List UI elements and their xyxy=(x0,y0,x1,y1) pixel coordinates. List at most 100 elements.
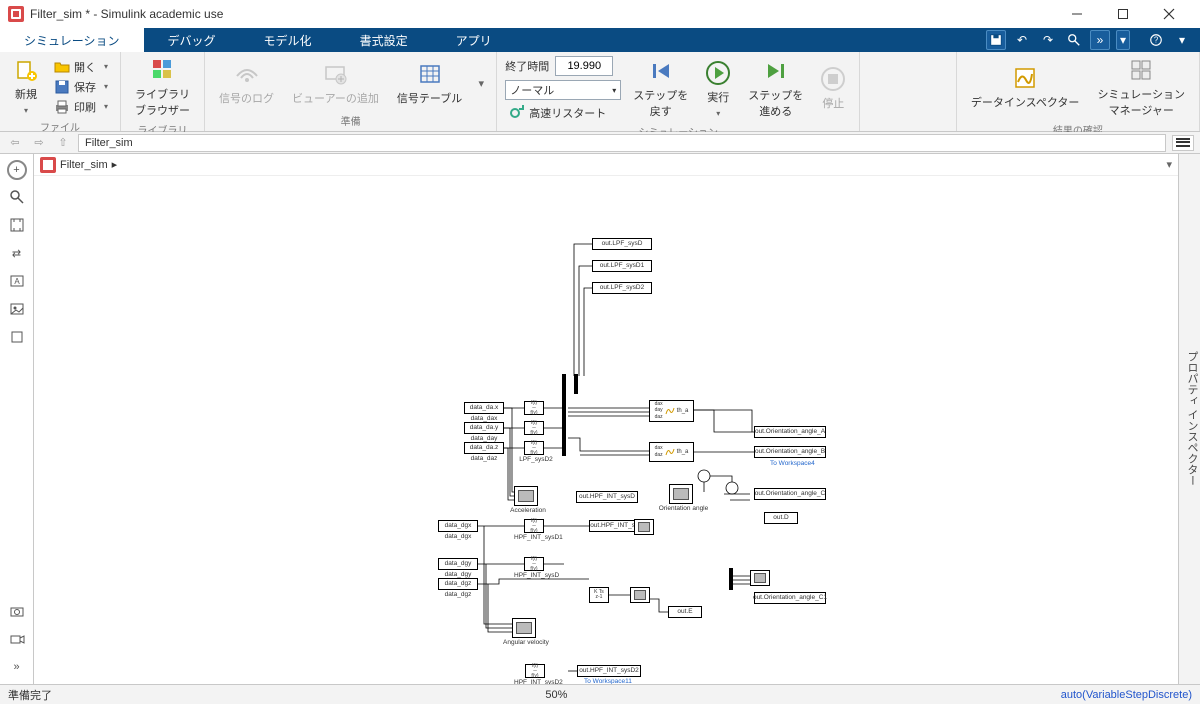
prepare-expand-button[interactable]: ▾ xyxy=(474,77,488,90)
hpf-block-2[interactable]: f(t)─f(y) xyxy=(524,557,544,571)
toworkspace-hpf-int-sysd2[interactable]: out.HPF_INT_sysD2 xyxy=(577,665,641,677)
tab-apps[interactable]: アプリ xyxy=(432,28,516,52)
nav-up-button[interactable]: ⇧ xyxy=(54,134,72,152)
tab-modeling[interactable]: モデル化 xyxy=(240,28,336,52)
toworkspace-orient-b[interactable]: out.Orientation_angle_B xyxy=(754,446,826,458)
signal-table-button[interactable]: 信号テーブル xyxy=(391,60,468,108)
add-viewer-button[interactable]: ビューアーの追加 xyxy=(286,60,385,108)
record-button[interactable] xyxy=(6,628,28,650)
from-data-daz[interactable]: data_da.z xyxy=(464,442,504,454)
viewer-icon xyxy=(323,62,347,86)
zoom-tool[interactable] xyxy=(6,186,28,208)
search-icon[interactable] xyxy=(1064,30,1084,50)
lpf-block-1[interactable]: f(t)─f(y) xyxy=(524,401,544,415)
matlab-fcn-th-a[interactable]: daxdaydaz th_a xyxy=(649,400,694,422)
breadcrumb-model[interactable]: Filter_sim xyxy=(60,159,108,171)
library-browser-button[interactable]: ライブラリ ブラウザー xyxy=(129,56,196,120)
maximize-button[interactable] xyxy=(1100,0,1146,28)
step-back-icon xyxy=(649,59,673,83)
status-solver[interactable]: auto(VariableStepDiscrete) xyxy=(1061,689,1192,701)
toworkspace-lpf-sysd[interactable]: out.LPF_sysD xyxy=(592,238,652,250)
nav-back-button[interactable]: ⇦ xyxy=(6,134,24,152)
toworkspace-hpf-int-sysd[interactable]: out.HPF_INT_sysD xyxy=(576,491,638,503)
scope-orientation[interactable] xyxy=(669,484,693,504)
sim-manager-button[interactable]: シミュレーション マネージャー xyxy=(1091,56,1191,120)
label-to-workspace11[interactable]: To Workspace11 xyxy=(584,678,632,684)
close-button[interactable] xyxy=(1146,0,1192,28)
open-button[interactable]: 開く▾ xyxy=(50,58,112,76)
breadcrumb-dropdown[interactable]: ▾ xyxy=(1166,158,1172,171)
from-data-day[interactable]: data_da.y xyxy=(464,422,504,434)
undo-button[interactable]: ↶ xyxy=(1012,30,1032,50)
canvas[interactable]: out.LPF_sysD out.LPF_sysD1 out.LPF_sysD2… xyxy=(34,176,1178,684)
toworkspace-orient-a[interactable]: out.Orientation_angle_A xyxy=(754,426,826,438)
redo-button[interactable]: ↷ xyxy=(1038,30,1058,50)
nav-forward-button[interactable]: ⇨ xyxy=(30,134,48,152)
group-results: データインスペクター シミュレーション マネージャー 結果の確認 xyxy=(957,52,1200,131)
step-back-button[interactable]: ステップを 戻す xyxy=(627,57,694,121)
dropdown-qat-button[interactable]: ▾ xyxy=(1116,30,1130,50)
from-data-dgy[interactable]: data_dgy xyxy=(438,558,478,570)
scope-angular-velocity[interactable] xyxy=(512,618,536,638)
label-hpf-int-sysd: HPF_INT_sysD xyxy=(514,572,558,579)
lpf-block-3[interactable]: f(t)─f(y) xyxy=(524,441,544,455)
screenshot-button[interactable] xyxy=(6,600,28,622)
hide-browser-button[interactable]: + xyxy=(7,160,27,180)
tab-debug[interactable]: デバッグ xyxy=(144,28,240,52)
print-button[interactable]: 印刷▾ xyxy=(50,98,112,116)
quick-access-toolbar: ↶ ↷ » ▾ ? ▾ xyxy=(978,28,1200,52)
stop-button[interactable]: 停止 xyxy=(815,65,851,113)
stoptime-field[interactable] xyxy=(555,56,613,76)
scope-hpf1[interactable] xyxy=(634,519,654,535)
discrete-integrator[interactable]: K Ts z-1 xyxy=(589,587,609,603)
label-orientation-angle: Orientation angle xyxy=(656,505,711,512)
toworkspace-orient-c[interactable]: out.Orientation_angle_C xyxy=(754,488,826,500)
demux-top[interactable] xyxy=(574,374,578,394)
tab-format[interactable]: 書式設定 xyxy=(336,28,432,52)
hpf-block-3[interactable]: f(t)─f(y) xyxy=(525,664,545,678)
scope-integrator[interactable] xyxy=(630,587,650,603)
toworkspace-lpf-sysd2[interactable]: out.LPF_sysD2 xyxy=(592,282,652,294)
toworkspace-orient-c1[interactable]: out.Orientation_angle_C1 xyxy=(754,592,826,604)
fast-restart-button[interactable]: 高速リスタート xyxy=(505,104,621,122)
fit-view-button[interactable] xyxy=(6,214,28,236)
run-button[interactable]: 実行 ▾ xyxy=(700,59,736,120)
from-data-dgz[interactable]: data_dgz xyxy=(438,578,478,590)
label-data-dgx: data_dgx xyxy=(440,533,476,540)
expand-qat-button[interactable]: » xyxy=(1090,30,1110,50)
label-angular-velocity: Angular velocity xyxy=(502,639,550,646)
status-zoom[interactable]: 50% xyxy=(545,689,567,701)
scope-acceleration[interactable] xyxy=(514,486,538,506)
help-dropdown[interactable]: ▾ xyxy=(1172,30,1192,50)
minimize-button[interactable] xyxy=(1054,0,1100,28)
help-button[interactable]: ? xyxy=(1146,30,1166,50)
collapse-palette-button[interactable]: » xyxy=(6,656,28,678)
mux-accel[interactable] xyxy=(562,374,566,456)
toworkspace-lpf-sysd1[interactable]: out.LPF_sysD1 xyxy=(592,260,652,272)
mux-right[interactable] xyxy=(729,568,733,590)
from-data-dgx[interactable]: data_dgx xyxy=(438,520,478,532)
label-to-workspace4[interactable]: To Workspace4 xyxy=(770,460,815,467)
step-forward-button[interactable]: ステップを 進める xyxy=(742,57,809,121)
toworkspace-d[interactable]: out.D xyxy=(764,512,798,524)
toggle-perspective[interactable]: ⇄ xyxy=(6,242,28,264)
tab-simulation[interactable]: シミュレーション xyxy=(0,28,144,52)
toworkspace-e[interactable]: out.E xyxy=(668,606,702,618)
matlab-fcn-th-b[interactable]: daxdaz th_a xyxy=(649,442,694,462)
hamburger-icon[interactable] xyxy=(1172,135,1194,151)
model-path-field[interactable]: Filter_sim xyxy=(78,134,1166,152)
image-tool[interactable] xyxy=(6,298,28,320)
scope-right[interactable] xyxy=(750,570,770,586)
signal-log-button[interactable]: 信号のログ xyxy=(213,60,280,108)
annotation-tool[interactable]: A xyxy=(6,270,28,292)
hpf-block-1[interactable]: f(t)─f(y) xyxy=(524,519,544,533)
area-tool[interactable] xyxy=(6,326,28,348)
data-inspector-button[interactable]: データインスペクター xyxy=(965,64,1086,112)
from-data-dax[interactable]: data_da.x xyxy=(464,402,504,414)
property-inspector-tab[interactable]: プロパティ インスペクター xyxy=(1178,154,1200,684)
new-button[interactable]: 新規 ▾ xyxy=(8,56,44,117)
save-qat-button[interactable] xyxy=(986,30,1006,50)
save-button[interactable]: 保存▾ xyxy=(50,78,112,96)
lpf-block-2[interactable]: f(t)─f(y) xyxy=(524,421,544,435)
sim-mode-select[interactable]: ノーマル▾ xyxy=(505,80,621,100)
